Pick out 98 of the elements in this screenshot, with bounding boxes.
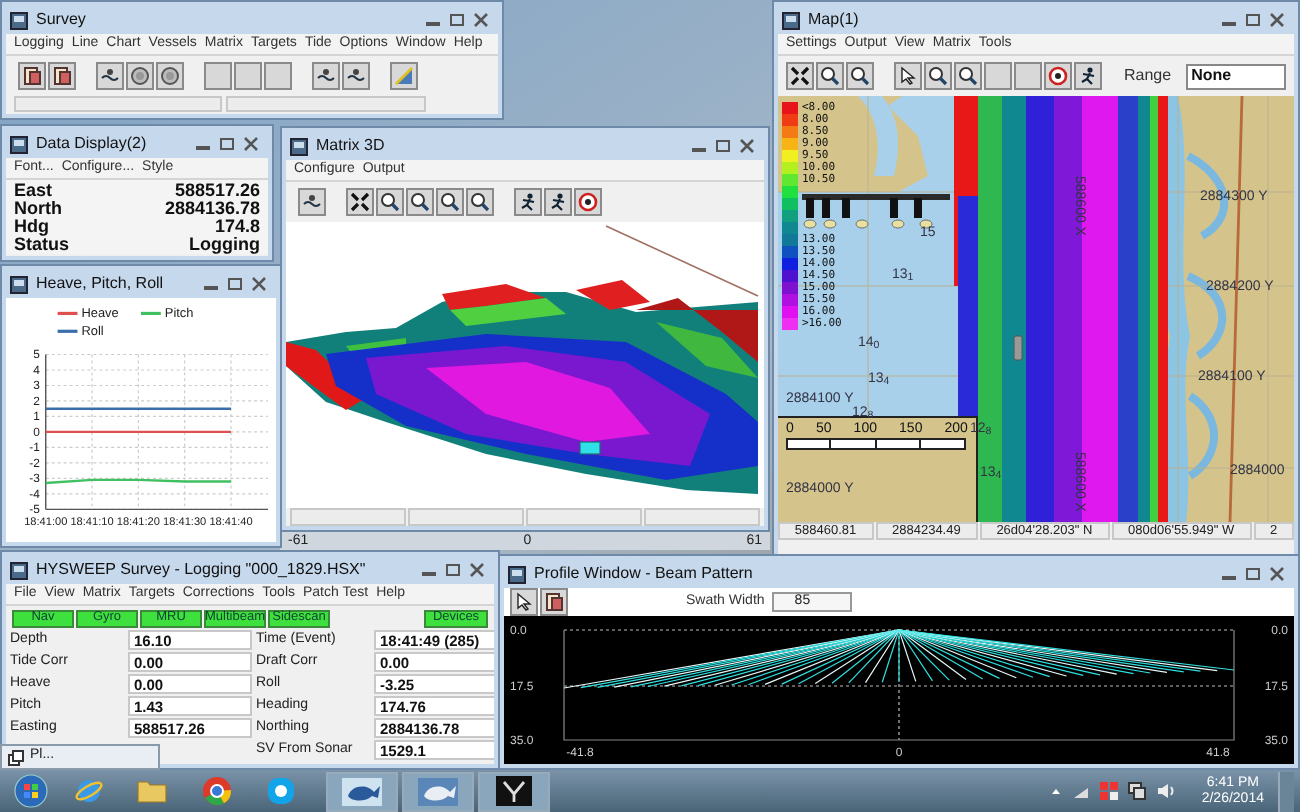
figure-icon	[548, 192, 568, 212]
toolbar-button[interactable]	[298, 188, 326, 216]
circle-icon	[160, 66, 180, 86]
range-dropdown[interactable]: None	[1185, 63, 1286, 89]
rounded-square-icon	[265, 776, 295, 806]
target-icon	[1048, 66, 1068, 86]
maximize-icon[interactable]	[1244, 12, 1262, 28]
maximize-icon[interactable]	[448, 12, 466, 28]
magnifier-icon	[410, 192, 430, 212]
circle-icon	[130, 66, 150, 86]
range-label: Range	[1124, 64, 1172, 88]
toolbar-button[interactable]	[574, 188, 602, 216]
maximize-icon[interactable]	[714, 138, 732, 154]
figure-icon	[518, 192, 538, 212]
field-value: Logging	[189, 236, 260, 254]
close-icon[interactable]	[242, 136, 260, 152]
speaker-icon[interactable]	[1155, 782, 1176, 800]
app-icon	[10, 11, 28, 29]
document-icon	[544, 592, 564, 612]
field-label: East	[14, 182, 53, 200]
window-title: Matrix 3D	[316, 134, 385, 158]
toolbar-button[interactable]	[954, 62, 982, 90]
window-title: Heave, Pitch, Roll	[36, 272, 164, 296]
toolbar-button[interactable]	[376, 188, 404, 216]
pointer-icon	[898, 66, 918, 86]
close-icon[interactable]	[1268, 12, 1286, 28]
ringed-globe-icon	[73, 776, 103, 806]
app-icon	[10, 135, 28, 153]
app-icon	[10, 275, 28, 293]
magnifier-icon	[850, 66, 870, 86]
expand-arrows-icon	[350, 192, 370, 212]
wave-icon	[302, 192, 322, 212]
toolbar-button[interactable]	[346, 188, 374, 216]
toolbar-button[interactable]	[342, 62, 370, 90]
diagonal-icon	[394, 66, 414, 86]
magnifier-icon	[820, 66, 840, 86]
toolbar-button[interactable]	[312, 62, 340, 90]
toolbar-button[interactable]	[18, 62, 46, 90]
toolbar-button[interactable]	[1074, 62, 1102, 90]
magnifier-icon	[958, 66, 978, 86]
close-icon[interactable]	[738, 138, 756, 154]
field-value: 2884136.78	[164, 200, 260, 218]
field-label: Status	[14, 236, 70, 254]
close-icon[interactable]	[250, 276, 268, 292]
field-value: 174.8	[214, 218, 260, 236]
app-icon	[290, 137, 308, 155]
windows-stack-icon	[8, 749, 24, 765]
app-icon	[508, 565, 526, 583]
wave-icon	[316, 66, 336, 86]
toolbar-button[interactable]	[816, 62, 844, 90]
toolbar-button[interactable]	[510, 588, 538, 616]
segmented-circle-icon	[201, 776, 231, 806]
close-icon[interactable]	[1268, 566, 1286, 582]
magnifier-icon	[380, 192, 400, 212]
wave-icon	[346, 66, 366, 86]
toolbar-button[interactable]	[406, 188, 434, 216]
taskbar-button[interactable]	[478, 771, 550, 811]
magnifier-icon	[928, 66, 948, 86]
target-icon	[578, 192, 598, 212]
close-icon[interactable]	[472, 12, 490, 28]
maximize-icon[interactable]	[218, 136, 236, 152]
wave-icon	[100, 66, 120, 86]
magnifier-icon	[440, 192, 460, 212]
app-icon	[782, 11, 800, 29]
window-title: Map(1)	[808, 8, 859, 32]
toolbar-button[interactable]	[786, 62, 814, 90]
folder-icon	[136, 778, 168, 804]
window-title: Profile Window - Beam Pattern	[534, 562, 753, 586]
window-title: HYSWEEP Survey - Logging "000_1829.HSX"	[36, 558, 366, 582]
expand-arrows-icon	[790, 66, 810, 86]
toolbar-button[interactable]	[514, 188, 542, 216]
maximize-icon[interactable]	[226, 276, 244, 292]
toolbar-button[interactable]	[846, 62, 874, 90]
toolbar-button[interactable]	[466, 188, 494, 216]
toolbar-button[interactable]	[894, 62, 922, 90]
field-label: Hdg	[14, 218, 49, 236]
up-arrow-icon[interactable]	[1049, 785, 1062, 797]
toolbar-button[interactable]	[48, 62, 76, 90]
dark-tile-icon	[496, 776, 532, 806]
toolbar-button[interactable]	[540, 588, 568, 616]
field-label: North	[14, 200, 62, 218]
window-title: Data Display(2)	[36, 132, 147, 156]
maximize-icon[interactable]	[1244, 566, 1262, 582]
windows-orb-icon	[13, 774, 47, 808]
toolbar-button[interactable]	[924, 62, 952, 90]
field-value: 588517.26	[174, 182, 260, 200]
pointer-icon	[514, 592, 534, 612]
toolbar-button[interactable]	[436, 188, 464, 216]
app-icon	[10, 561, 28, 579]
toolbar-button[interactable]	[544, 188, 572, 216]
figure-icon	[1078, 66, 1098, 86]
magnifier-icon	[470, 192, 490, 212]
scale-bar-icon	[786, 438, 966, 450]
maximize-icon[interactable]	[444, 562, 462, 578]
window-title: Survey	[36, 8, 86, 32]
toolbar-button[interactable]	[1044, 62, 1072, 90]
close-icon[interactable]	[468, 562, 486, 578]
toolbar-button[interactable]	[96, 62, 124, 90]
